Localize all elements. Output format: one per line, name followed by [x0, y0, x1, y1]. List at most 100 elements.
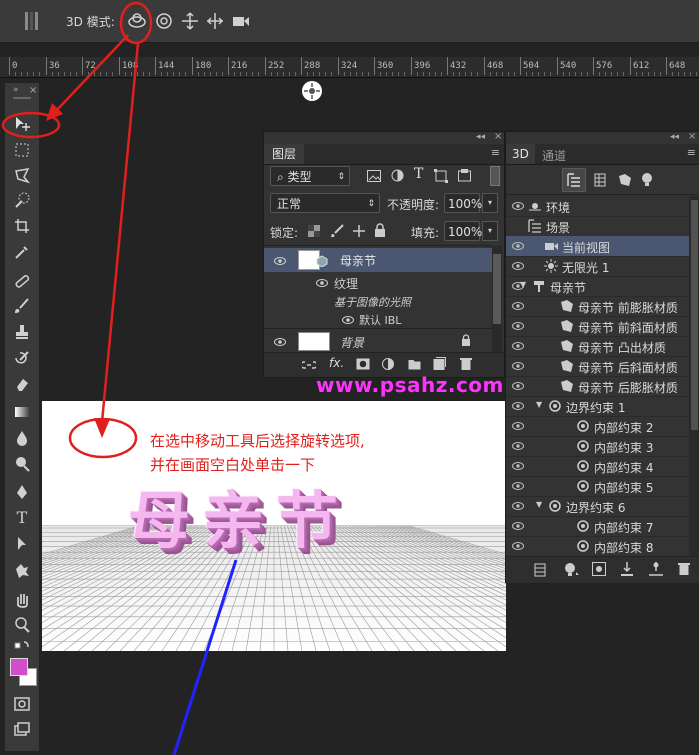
filter-shape-icon[interactable] — [434, 169, 448, 183]
filter-adjustment-icon[interactable] — [391, 169, 404, 182]
eyedropper-tool-icon[interactable] — [13, 243, 31, 261]
visibility-eye-icon[interactable] — [512, 481, 524, 491]
type-tool-icon[interactable]: T — [13, 509, 31, 527]
filter-pixel-icon[interactable] — [367, 170, 381, 182]
opacity-dropdown-button[interactable]: ▾ — [482, 193, 498, 213]
3d-tree-row[interactable]: 场景 — [506, 216, 699, 237]
3d-tree-row[interactable]: 内部约束 7 — [506, 516, 699, 537]
visibility-eye-icon[interactable] — [512, 521, 524, 531]
visibility-eye-icon[interactable] — [512, 261, 524, 271]
dodge-tool-icon[interactable] — [13, 455, 31, 473]
visibility-eye-icon[interactable] — [512, 441, 524, 451]
toolbar-close-icon[interactable]: × — [29, 85, 37, 96]
filter-meshes-icon[interactable] — [594, 173, 606, 187]
3d-tree-row[interactable]: 内部约束 8 — [506, 536, 699, 556]
eraser-tool-icon[interactable] — [13, 375, 31, 393]
add-light-icon[interactable] — [564, 562, 582, 577]
3d-tree-row[interactable]: 母亲节 凸出材质 — [506, 336, 699, 357]
visibility-eye-icon[interactable] — [512, 301, 524, 311]
3d-text-object[interactable]: 母亲节 — [128, 470, 350, 560]
visibility-eye-icon[interactable] — [274, 255, 286, 267]
lock-all-icon[interactable] — [374, 223, 386, 238]
filter-smart-object-icon[interactable] — [458, 169, 471, 182]
layer-row-texture[interactable]: 纹理 — [264, 272, 492, 292]
history-brush-tool-icon[interactable] — [13, 349, 31, 367]
zoom-tool-icon[interactable] — [13, 616, 31, 634]
layer-row-3d[interactable]: 母亲节 — [264, 248, 492, 272]
expand-triangle-icon[interactable]: ▼ — [536, 500, 542, 509]
visibility-eye-icon[interactable] — [512, 461, 524, 471]
screen-mode-icon[interactable] — [13, 721, 31, 739]
filter-lights-icon[interactable] — [641, 172, 653, 187]
visibility-eye-icon[interactable] — [512, 201, 524, 211]
path-selection-tool-icon[interactable] — [13, 535, 31, 553]
blend-mode-select[interactable]: 正常 ⇕ — [270, 193, 380, 213]
layer-style-fx-icon[interactable]: fx. — [329, 356, 344, 370]
tab-3d[interactable]: 3D — [506, 144, 535, 164]
3d-scrollbar-thumb[interactable] — [691, 200, 698, 430]
pen-tool-icon[interactable] — [13, 483, 31, 501]
toolbar-collapse-icon[interactable]: » — [13, 85, 19, 95]
3d-tree-row[interactable]: 母亲节 后膨胀材质 — [506, 376, 699, 397]
delete-layer-icon[interactable] — [460, 357, 472, 371]
lasso-tool-icon[interactable] — [13, 166, 31, 184]
gradient-tool-icon[interactable] — [13, 403, 31, 421]
visibility-eye-icon[interactable] — [512, 341, 524, 351]
layers-collapse-icon[interactable]: ◂◂ — [476, 132, 485, 142]
opacity-input[interactable]: 100% — [444, 193, 482, 213]
drop-to-ground-icon[interactable] — [620, 561, 634, 577]
visibility-eye-icon[interactable] — [512, 401, 524, 411]
expand-triangle-icon[interactable]: ▼ — [536, 400, 542, 409]
blur-tool-icon[interactable] — [13, 429, 31, 447]
expand-triangle-icon[interactable]: ▼ — [520, 280, 526, 289]
lock-transparent-pixels-icon[interactable] — [308, 225, 320, 237]
layers-scrollbar[interactable] — [492, 246, 502, 352]
new-group-icon[interactable] — [408, 358, 422, 370]
visibility-eye-icon[interactable] — [512, 381, 524, 391]
lock-position-icon[interactable] — [352, 224, 366, 238]
3d-scrollbar[interactable] — [689, 196, 699, 556]
visibility-eye-icon[interactable] — [342, 314, 354, 326]
tab-layers[interactable]: 图层 — [264, 144, 305, 164]
3d-tree-row[interactable]: 内部约束 4 — [506, 456, 699, 477]
3d-tree-row[interactable]: 内部约束 5 — [506, 476, 699, 497]
3d-tree-row[interactable]: 内部约束 2 — [506, 416, 699, 437]
3d-panel-collapse-icon[interactable]: ◂◂ — [670, 132, 679, 142]
render-icon[interactable] — [534, 563, 546, 577]
3d-tree-row[interactable]: ▼ 边界约束 1 — [506, 396, 699, 417]
tab-channels[interactable]: 通道 — [542, 147, 566, 164]
slide-3d-object-icon[interactable] — [205, 11, 225, 31]
new-layer-icon[interactable] — [433, 357, 446, 371]
hand-tool-icon[interactable] — [13, 590, 31, 608]
3d-tree-row[interactable]: 母亲节 前膨胀材质 — [506, 296, 699, 317]
new-3d-object-icon[interactable] — [648, 561, 664, 577]
3d-tree-row[interactable]: ▼ 边界约束 6 — [506, 496, 699, 517]
drag-3d-object-icon[interactable] — [180, 11, 200, 31]
layers-scrollbar-thumb[interactable] — [493, 254, 501, 324]
delete-3d-item-icon[interactable] — [678, 562, 690, 576]
lock-image-pixels-icon[interactable] — [330, 224, 344, 238]
filter-whole-scene-button[interactable] — [562, 168, 586, 192]
layer-row-default-ibl[interactable]: 默认 IBL — [264, 309, 492, 329]
3d-panel-close-icon[interactable]: × — [688, 131, 696, 142]
layers-panel-menu-icon[interactable]: ≡ — [491, 146, 500, 159]
clone-stamp-tool-icon[interactable] — [13, 323, 31, 341]
layer-row-ibl-group[interactable]: 基于图像的光照 — [264, 291, 492, 311]
visibility-eye-icon[interactable] — [512, 321, 524, 331]
3d-tree-row[interactable]: 当前视图 — [506, 236, 699, 257]
visibility-eye-icon[interactable] — [512, 541, 524, 551]
filter-materials-icon[interactable] — [618, 173, 632, 187]
3d-tree-row[interactable]: 母亲节 后斜面材质 — [506, 356, 699, 377]
healing-brush-tool-icon[interactable] — [13, 272, 31, 290]
fill-input[interactable]: 100% — [444, 221, 482, 241]
layers-close-icon[interactable]: × — [494, 131, 502, 142]
panel-grip-icon[interactable] — [25, 12, 39, 30]
layer-row-background[interactable]: 背景 — [264, 330, 492, 354]
crop-tool-icon[interactable] — [13, 217, 31, 235]
3d-tree-row[interactable]: ▼ 母亲节 — [506, 276, 699, 297]
roll-3d-object-icon[interactable] — [154, 11, 174, 31]
3d-axis-widget-icon[interactable] — [301, 80, 323, 102]
3d-panel-menu-icon[interactable]: ≡ — [687, 146, 696, 159]
add-constraint-icon[interactable] — [592, 562, 606, 576]
visibility-eye-icon[interactable] — [512, 501, 524, 511]
